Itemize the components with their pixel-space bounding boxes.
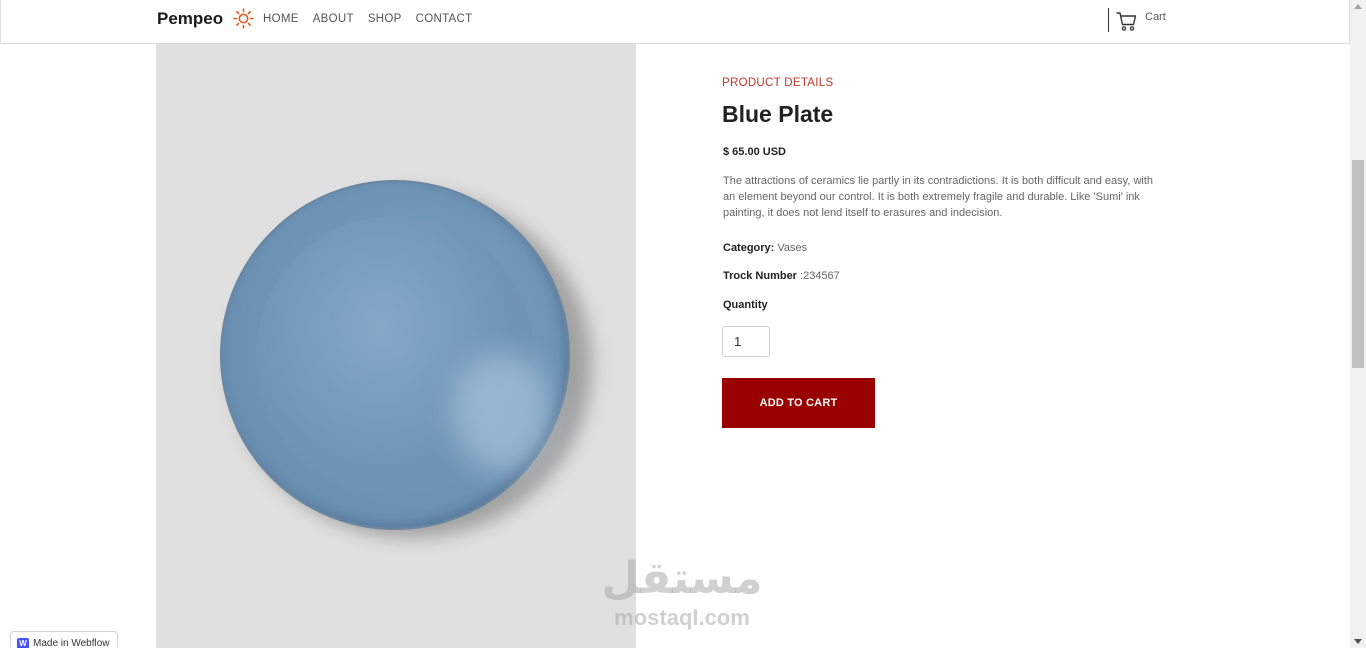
category-label: Category: [723,242,775,254]
navbar: Pempeo HOME ABOUT SHOP CONTACT Cart [0,0,1350,44]
add-to-cart-button[interactable]: ADD TO CART [722,378,875,428]
scroll-down-arrow-icon[interactable] [1354,639,1362,644]
nav-link-about[interactable]: ABOUT [313,13,354,25]
scroll-up-arrow-icon[interactable] [1354,4,1362,9]
brand-logo[interactable]: Pempeo [157,9,223,29]
category-row: Category: Vases [723,242,807,254]
product-image-panel [156,44,636,648]
sun-icon [233,8,254,29]
nav-link-contact[interactable]: CONTACT [416,13,473,25]
nav-links: HOME ABOUT SHOP CONTACT [263,13,486,25]
webflow-badge[interactable]: W Made in Webflow [10,631,118,648]
track-number-value: :234567 [800,270,840,282]
watermark-latin: mostaql.com [614,605,750,630]
webflow-icon: W [17,638,29,648]
track-number-label: Trock Number [723,270,797,282]
cart-icon [1116,12,1137,31]
category-value: Vases [777,242,808,254]
plate-highlight [452,352,552,472]
scrollbar-thumb[interactable] [1352,160,1364,368]
product-title: Blue Plate [722,101,834,127]
watermark: مستقل mostaql.com [596,553,768,631]
nav-link-home[interactable]: HOME [263,13,299,25]
vertical-scrollbar[interactable] [1350,0,1366,648]
cart-button[interactable]: Cart [1108,8,1166,32]
section-eyebrow: PRODUCT DETAILS [722,77,834,89]
cart-label: Cart [1145,11,1166,23]
page: Pempeo HOME ABOUT SHOP CONTACT Cart PROD… [0,0,1366,648]
track-number-row: Trock Number :234567 [723,270,840,282]
product-image-plate [220,180,570,530]
product-description: The attractions of ceramics lie partly i… [723,175,1154,219]
watermark-arabic: مستقل [601,553,763,604]
quantity-input[interactable] [722,326,770,357]
quantity-label: Quantity [723,299,768,311]
webflow-badge-label: Made in Webflow [33,638,110,648]
nav-link-shop[interactable]: SHOP [368,13,402,25]
product-price: $ 65.00 USD [723,146,786,158]
